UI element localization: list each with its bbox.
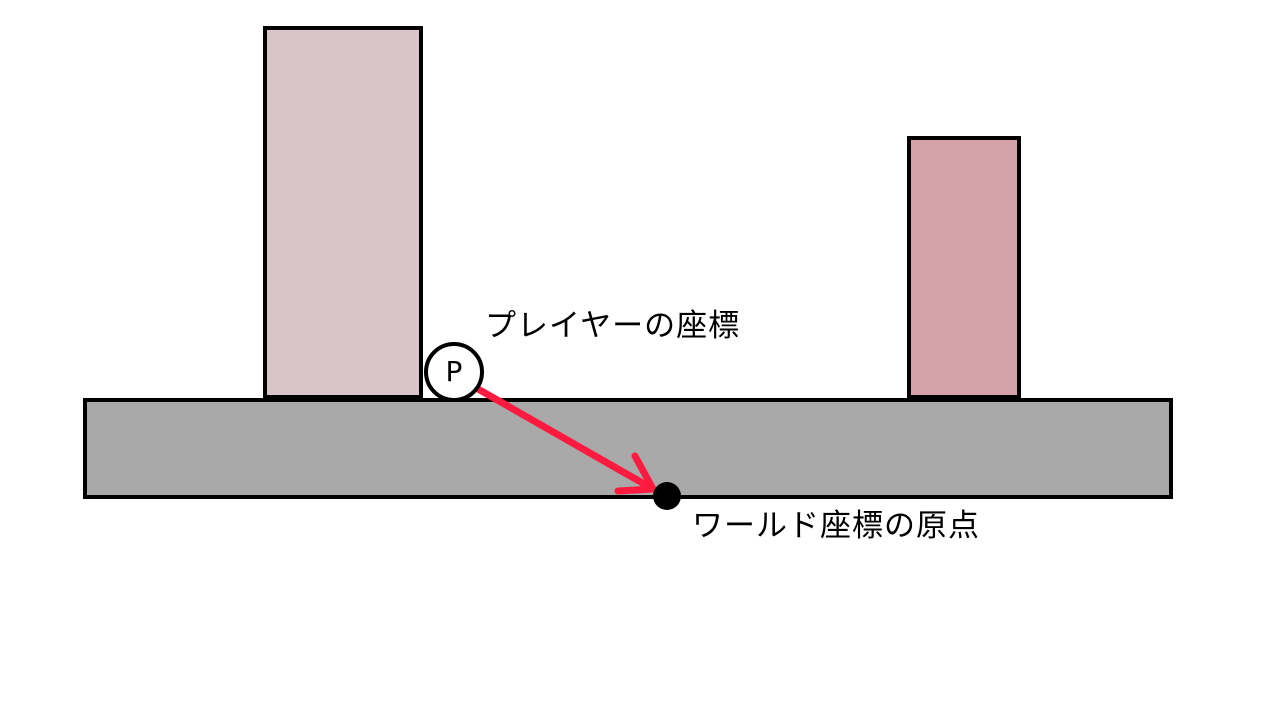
scene-diagram	[0, 0, 1280, 720]
world-origin-dot-icon	[653, 482, 681, 510]
player-marker-letter: P	[445, 355, 463, 388]
left-tall-block	[263, 26, 423, 399]
ground-platform	[83, 398, 1173, 499]
right-block	[907, 136, 1021, 399]
player-coordinate-label: プレイヤーの座標	[485, 308, 741, 344]
world-origin-label: ワールド座標の原点	[692, 508, 980, 544]
background	[0, 0, 1280, 720]
